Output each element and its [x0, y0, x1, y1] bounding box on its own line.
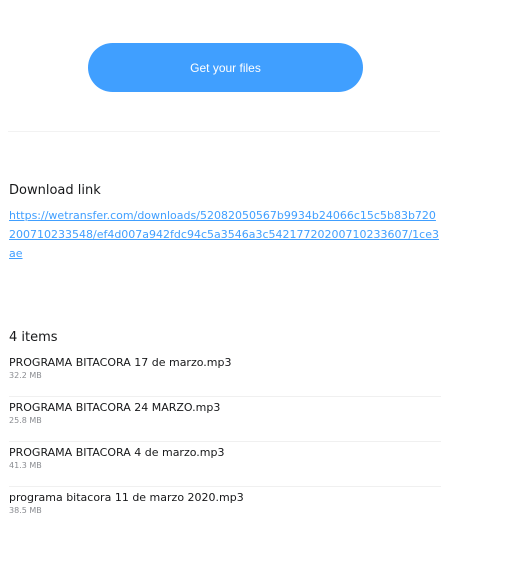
- items-count-heading: 4 items: [9, 330, 58, 345]
- download-link-heading: Download link: [9, 183, 101, 198]
- file-item: PROGRAMA BITACORA 4 de marzo.mp3 41.3 MB: [9, 442, 441, 487]
- file-item: programa bitacora 11 de marzo 2020.mp3 3…: [9, 487, 441, 532]
- divider: [8, 131, 440, 132]
- file-item: PROGRAMA BITACORA 17 de marzo.mp3 32.2 M…: [9, 352, 441, 397]
- file-size: 41.3 MB: [9, 461, 42, 470]
- file-size: 38.5 MB: [9, 506, 42, 515]
- file-item: PROGRAMA BITACORA 24 MARZO.mp3 25.8 MB: [9, 397, 441, 442]
- file-size: 32.2 MB: [9, 371, 42, 380]
- file-name: programa bitacora 11 de marzo 2020.mp3: [9, 491, 244, 504]
- file-list: PROGRAMA BITACORA 17 de marzo.mp3 32.2 M…: [9, 352, 441, 532]
- file-name: PROGRAMA BITACORA 4 de marzo.mp3: [9, 446, 225, 459]
- download-link[interactable]: https://wetransfer.com/downloads/5208205…: [9, 206, 439, 263]
- file-name: PROGRAMA BITACORA 17 de marzo.mp3: [9, 356, 232, 369]
- file-size: 25.8 MB: [9, 416, 42, 425]
- cta-container: Get your files: [88, 43, 363, 92]
- file-name: PROGRAMA BITACORA 24 MARZO.mp3: [9, 401, 221, 414]
- get-your-files-button[interactable]: Get your files: [88, 43, 363, 92]
